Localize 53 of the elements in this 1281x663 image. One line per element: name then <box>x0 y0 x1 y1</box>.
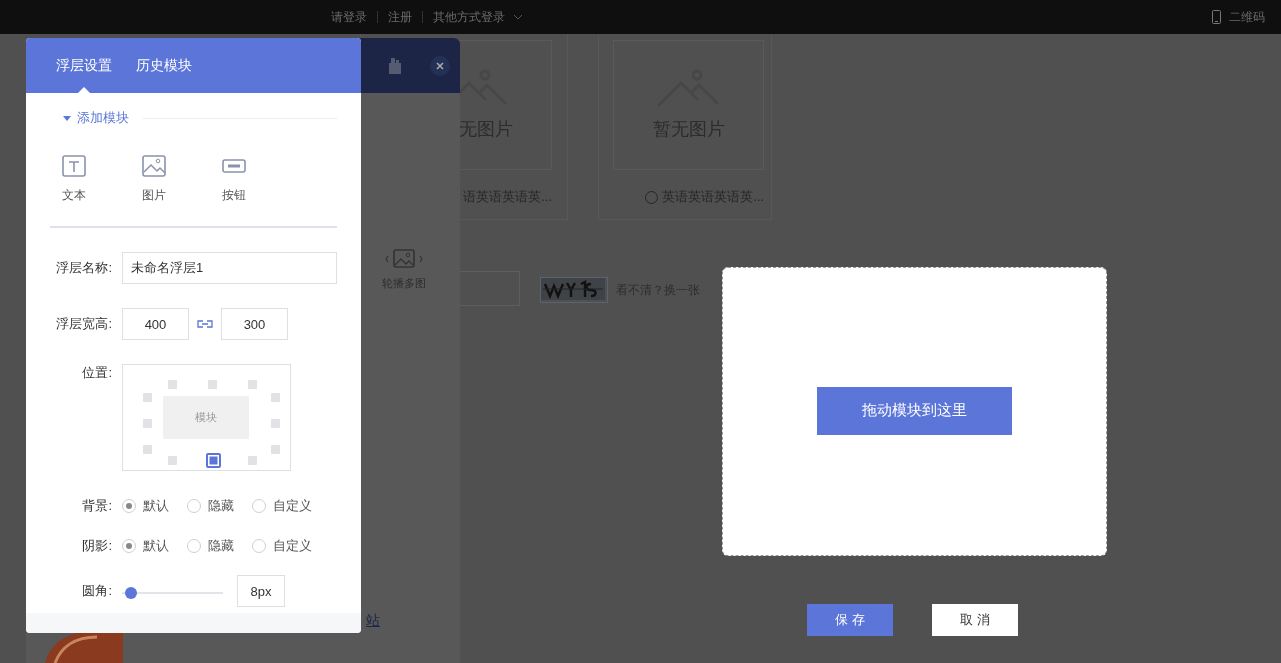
image-icon <box>142 155 166 177</box>
position-handle[interactable] <box>168 456 177 465</box>
phone-icon <box>1212 10 1221 24</box>
position-handle[interactable] <box>248 456 257 465</box>
position-handle[interactable] <box>143 419 152 428</box>
module-item[interactable]: 按钮 <box>214 155 254 204</box>
radio-label: 隐藏 <box>208 497 234 515</box>
position-handle[interactable] <box>143 393 152 402</box>
close-button[interactable] <box>430 55 450 76</box>
field-label: 圆角: <box>81 582 113 600</box>
position-handle[interactable] <box>168 380 177 389</box>
position-handle[interactable] <box>248 380 257 389</box>
slider-thumb[interactable] <box>125 587 137 599</box>
section-title[interactable]: 添加模块 <box>77 109 129 127</box>
radio-label: 默认 <box>143 497 169 515</box>
caret-icon[interactable] <box>63 115 71 121</box>
field-label: 位置: <box>81 364 113 382</box>
link-icon[interactable] <box>197 320 213 328</box>
chevron-icon <box>513 14 523 20</box>
qr-code-link[interactable]: 二维码 <box>1229 8 1265 26</box>
field-label: 阴影: <box>81 537 113 555</box>
position-handle[interactable] <box>208 380 217 389</box>
module-preview: 模块 <box>163 396 249 439</box>
module-item[interactable]: 图片 <box>134 155 174 204</box>
module-item[interactable]: 文本 <box>54 155 94 204</box>
text-icon <box>62 155 86 177</box>
link-text[interactable]: 站 <box>366 612 380 630</box>
radio-label: 默认 <box>143 537 169 555</box>
field-label: 浮层名称: <box>55 259 113 277</box>
width-field[interactable]: 400 <box>122 308 189 340</box>
position-handle[interactable] <box>271 419 280 428</box>
height-field[interactable]: 300 <box>221 308 288 340</box>
save-button[interactable]: 保 存 <box>807 604 893 636</box>
carousel-icon[interactable] <box>384 248 424 270</box>
position-handle[interactable] <box>143 445 152 454</box>
position-handle[interactable] <box>271 445 280 454</box>
top-link[interactable]: 注册 <box>388 8 412 26</box>
radius-field[interactable]: 8px <box>237 575 285 607</box>
position-handle[interactable] <box>206 453 221 468</box>
field-label: 浮层宽高: <box>55 315 113 333</box>
name-field[interactable]: 未命名浮层1 <box>122 252 337 284</box>
tab[interactable]: 历史模块 <box>136 38 192 93</box>
top-link[interactable]: 请登录 <box>331 8 367 26</box>
field-label: 背景: <box>81 497 113 515</box>
cancel-button[interactable]: 取 消 <box>932 604 1018 636</box>
radio-label: 隐藏 <box>208 537 234 555</box>
drop-hint-button[interactable]: 拖动模块到这里 <box>817 386 1012 435</box>
close-icon <box>436 61 444 70</box>
position-handle[interactable] <box>271 393 280 402</box>
radio-label: 自定义 <box>273 497 312 515</box>
top-link[interactable]: 其他方式登录 <box>433 8 505 26</box>
radio-label: 自定义 <box>273 537 312 555</box>
tab[interactable]: 浮层设置 <box>56 38 112 93</box>
